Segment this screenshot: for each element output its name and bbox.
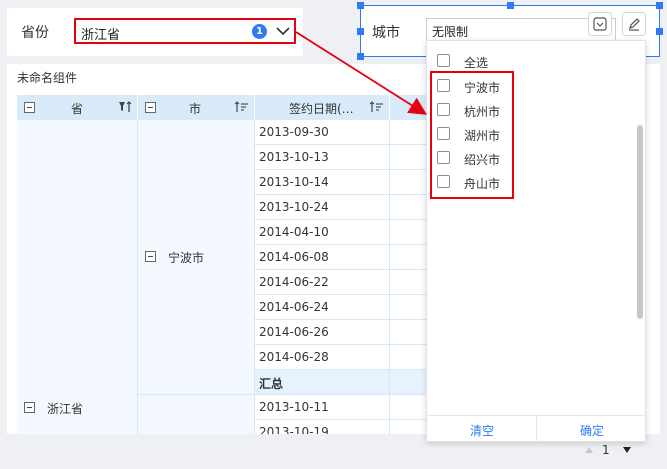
province-select[interactable]: 浙江省 1 <box>74 18 296 44</box>
table-row: 2014-06-08 <box>255 245 390 270</box>
header-sign-date[interactable]: 签约日期(… <box>255 95 390 120</box>
table-row: 2014-04-10 <box>255 220 390 245</box>
selected-count-badge: 1 <box>252 24 267 39</box>
resize-handle[interactable] <box>357 2 364 9</box>
scrollbar-thumb[interactable] <box>637 125 643 319</box>
page-down-icon[interactable] <box>622 446 632 454</box>
edit-icon <box>629 18 640 31</box>
value-cell <box>390 120 430 145</box>
province-cell: 浙江省 <box>17 120 138 434</box>
sort-icon[interactable] <box>370 101 384 113</box>
option-label: 全选 <box>464 56 489 70</box>
value-cell <box>390 145 430 170</box>
header-city-label: 市 <box>189 102 202 116</box>
collapse-icon[interactable] <box>24 402 35 413</box>
dropdown-footer: 清空 确定 <box>427 415 645 442</box>
collapse-all-icon[interactable] <box>145 102 156 113</box>
city-cell-label: 宁波市 <box>168 251 205 265</box>
province-filter-widget: 省份 浙江省 1 <box>7 8 303 56</box>
highlight-box <box>430 71 514 199</box>
table-title: 未命名组件 <box>17 71 78 85</box>
table-row: 2013-10-11 <box>255 395 390 420</box>
table-row: 2013-10-14 <box>255 170 390 195</box>
resize-handle[interactable] <box>357 28 364 35</box>
city-select-value: 无限制 <box>432 25 469 39</box>
resize-handle[interactable] <box>507 2 514 9</box>
edit-button[interactable] <box>622 12 646 36</box>
resize-handle[interactable] <box>357 53 364 60</box>
checkbox[interactable] <box>437 54 450 67</box>
header-province-label: 省 <box>71 102 84 116</box>
province-select-value: 浙江省 <box>81 28 121 43</box>
value-cell <box>390 370 430 395</box>
page-up-icon[interactable] <box>584 446 594 454</box>
city-cell <box>138 395 255 434</box>
value-cell <box>390 295 430 320</box>
pager: 1 <box>582 440 642 460</box>
table-row: 2013-09-30 <box>255 120 390 145</box>
value-cell <box>390 220 430 245</box>
table-row: 2013-10-13 <box>255 145 390 170</box>
subtotal-row: 汇总 <box>255 370 390 395</box>
table-row: 2013-10-24 <box>255 195 390 220</box>
sort-filter-icon[interactable] <box>118 101 132 113</box>
value-cell <box>390 270 430 295</box>
value-cell <box>390 320 430 345</box>
collapse-icon <box>593 17 607 31</box>
table-row: 2014-06-24 <box>255 295 390 320</box>
value-cell <box>390 245 430 270</box>
clear-button[interactable]: 清空 <box>470 422 494 439</box>
value-cell <box>390 195 430 220</box>
value-cell <box>390 345 430 370</box>
table-row: 2013-10-19 <box>255 420 390 434</box>
resize-handle[interactable] <box>656 28 663 35</box>
collapse-button[interactable] <box>588 12 612 36</box>
table-row: 2014-06-28 <box>255 345 390 370</box>
table-row: 2014-06-22 <box>255 270 390 295</box>
province-filter-label: 省份 <box>21 25 49 41</box>
province-cell-label: 浙江省 <box>47 402 84 416</box>
city-dropdown: 全选 宁波市 杭州市 湖州市 绍兴市 舟山市 清空 确定 <box>426 40 646 442</box>
confirm-button[interactable]: 确定 <box>580 422 604 439</box>
header-province[interactable]: 省 <box>17 95 138 120</box>
header-sign-date-label: 签约日期(… <box>289 102 354 116</box>
sort-icon[interactable] <box>235 101 249 113</box>
table-row: 2014-06-26 <box>255 320 390 345</box>
value-cell <box>390 170 430 195</box>
city-cell: 宁波市 <box>138 120 255 395</box>
header-value <box>390 95 430 120</box>
chevron-down-icon[interactable] <box>275 23 291 39</box>
page-number: 1 <box>602 443 610 457</box>
collapse-all-icon[interactable] <box>24 102 35 113</box>
header-city[interactable]: 市 <box>138 95 255 120</box>
city-filter-label: 城市 <box>372 25 400 41</box>
value-cell <box>390 395 430 420</box>
divider <box>536 416 537 442</box>
collapse-icon[interactable] <box>145 251 156 262</box>
resize-handle[interactable] <box>656 2 663 9</box>
